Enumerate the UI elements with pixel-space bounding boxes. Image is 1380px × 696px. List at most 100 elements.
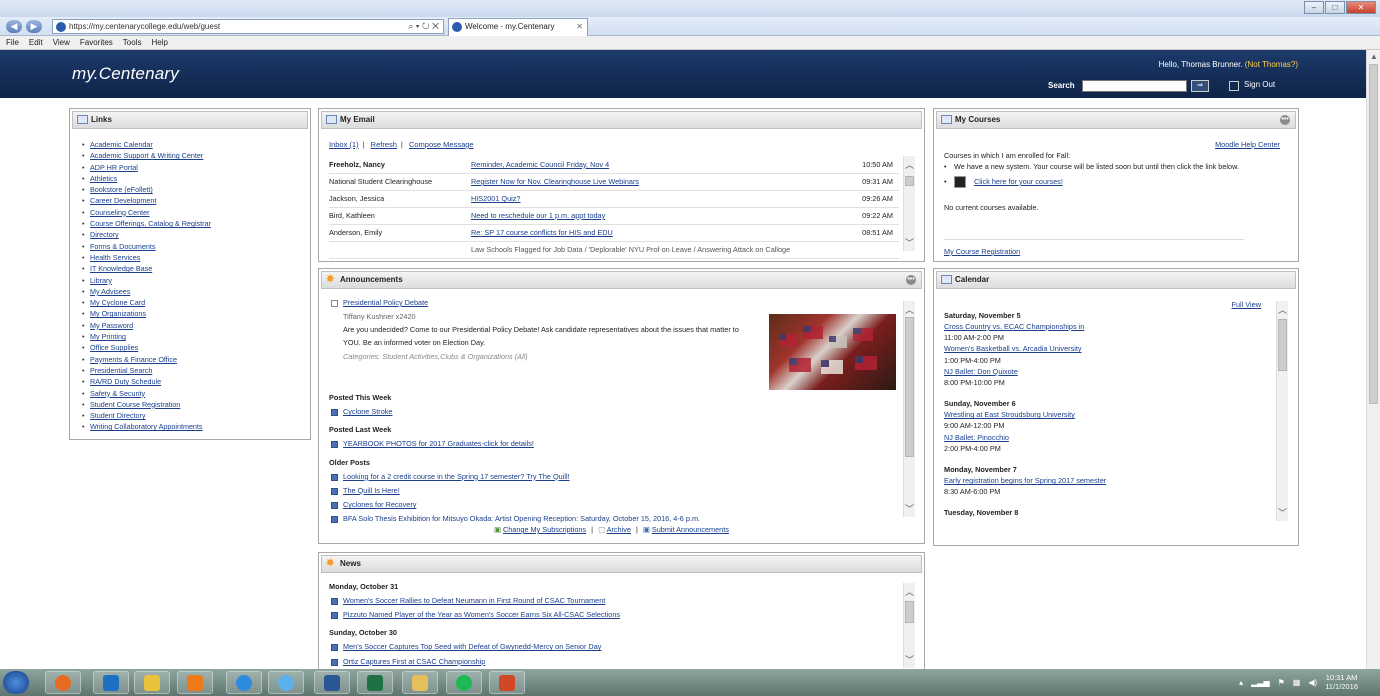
spotify-taskbar-button[interactable] xyxy=(446,671,482,694)
tab-close-icon[interactable]: ✕ xyxy=(576,19,583,35)
last-week-item-link[interactable]: YEARBOOK PHOTOS for 2017 Graduates-click… xyxy=(343,439,534,448)
links-item[interactable]: My Printing xyxy=(82,331,310,343)
expand-icon[interactable] xyxy=(331,502,338,510)
change-subscriptions-link[interactable]: Change My Subscriptions xyxy=(503,525,586,534)
explorer-taskbar-button[interactable] xyxy=(402,671,438,694)
excel-taskbar-button[interactable] xyxy=(357,671,393,694)
email-scroll-down-icon[interactable]: ﹀ xyxy=(905,236,914,249)
search-input[interactable] xyxy=(1082,80,1187,92)
powerpoint-taskbar-button[interactable] xyxy=(489,671,525,694)
ie2-taskbar-button[interactable] xyxy=(268,671,304,694)
links-item[interactable]: Forms & Documents xyxy=(82,241,310,253)
this-week-item-link[interactable]: Cyclone Stroke xyxy=(343,407,392,416)
links-item[interactable]: Office Supplies xyxy=(82,342,310,354)
announcements-scrollbar[interactable]: ︿ ﹀ xyxy=(903,301,915,517)
sign-out-icon[interactable] xyxy=(1229,81,1239,91)
links-item[interactable]: Presidential Search xyxy=(82,365,310,377)
expand-icon[interactable] xyxy=(331,441,338,449)
expand-icon[interactable] xyxy=(331,644,338,652)
email-row[interactable]: Freeholz, Nancy Reminder, Academic Counci… xyxy=(329,156,899,174)
news-scroll-down-icon[interactable]: ﹀ xyxy=(905,653,914,666)
announcements-scroll-down-icon[interactable]: ﹀ xyxy=(905,502,914,515)
expand-icon[interactable] xyxy=(331,409,338,417)
links-item[interactable]: Athletics xyxy=(82,173,310,185)
minimize-button[interactable]: – xyxy=(1304,1,1324,14)
menu-edit[interactable]: Edit xyxy=(29,36,43,49)
older-post-item-link[interactable]: Looking for a 2 credit course in the Spr… xyxy=(343,472,570,481)
calendar-event-link[interactable]: Cross Country vs. ECAC Championships in xyxy=(944,321,1274,332)
links-item[interactable]: RA/RD Duty Schedule xyxy=(82,376,310,388)
archive-link[interactable]: Archive xyxy=(607,525,631,534)
expand-icon[interactable] xyxy=(331,658,338,666)
expand-icon[interactable] xyxy=(331,612,338,620)
network-icon[interactable]: ▦ xyxy=(1293,678,1301,687)
links-item[interactable]: Counseling Center xyxy=(82,207,310,219)
compose-link[interactable]: Compose Message xyxy=(409,140,474,149)
email-row[interactable]: National Student Clearinghouse Register N… xyxy=(329,173,899,191)
email-scrollbar[interactable]: ︿ ﹀ xyxy=(903,156,915,251)
signal-icon[interactable]: ▂▃▅ xyxy=(1251,678,1269,687)
scroll-up-icon[interactable]: ▲ xyxy=(1370,52,1378,61)
expand-icon[interactable] xyxy=(331,516,338,524)
inbox-link[interactable]: Inbox (1) xyxy=(329,140,359,149)
not-user-link[interactable]: (Not Thomas?) xyxy=(1245,60,1298,69)
links-item[interactable]: Directory xyxy=(82,229,310,241)
links-item[interactable]: My Password xyxy=(82,320,310,332)
menu-file[interactable]: File xyxy=(6,36,19,49)
menu-tools[interactable]: Tools xyxy=(123,36,142,49)
announcements-scroll-up-icon[interactable]: ︿ xyxy=(905,303,914,316)
collapse-icon[interactable] xyxy=(331,300,338,307)
site-logo[interactable]: my.Centenary xyxy=(72,64,179,84)
calendar-event-link[interactable]: NJ Ballet: Don Quixote xyxy=(944,366,1274,377)
links-item[interactable]: ADP HR Portal xyxy=(82,162,310,174)
email-subject[interactable]: Reminder, Academic Council Friday, Nov 4 xyxy=(471,156,857,174)
calendar-event-link[interactable]: Women's Basketball vs. Arcadia Universit… xyxy=(944,343,1274,354)
email-row[interactable]: Law Schools Flagged for Job Data / 'Depl… xyxy=(329,241,899,259)
featured-title[interactable]: Presidential Policy Debate xyxy=(343,298,428,307)
ie-taskbar-button[interactable] xyxy=(226,671,262,694)
calendar-scroll-down-icon[interactable]: ﹀ xyxy=(1278,506,1287,519)
news-scroll-up-icon[interactable]: ︿ xyxy=(905,585,914,598)
links-item[interactable]: Library xyxy=(82,275,310,287)
expand-icon[interactable] xyxy=(331,473,338,481)
news-item-link[interactable]: Women's Soccer Rallies to Defeat Neumann… xyxy=(343,596,605,605)
outlook-taskbar-button[interactable] xyxy=(93,671,129,694)
links-item[interactable]: Student Course Registration xyxy=(82,399,310,411)
maximize-button[interactable]: □ xyxy=(1325,1,1345,14)
page-scrollbar[interactable]: ▲ xyxy=(1366,50,1380,669)
sign-out-link[interactable]: Sign Out xyxy=(1244,80,1275,89)
links-item[interactable]: My Organizations xyxy=(82,308,310,320)
older-post-item-link[interactable]: The Quill Is Here! xyxy=(343,486,400,495)
links-item[interactable]: IT Knowledge Base xyxy=(82,263,310,275)
links-item[interactable]: Bookstore (eFollett) xyxy=(82,184,310,196)
expand-icon[interactable] xyxy=(331,598,338,605)
links-item[interactable]: Career Development xyxy=(82,195,310,207)
email-scroll-thumb[interactable] xyxy=(905,176,914,186)
media-player-taskbar-button[interactable] xyxy=(177,671,213,694)
address-bar[interactable]: https://my.centenarycollege.edu/web/gues… xyxy=(52,19,444,34)
news-scroll-thumb[interactable] xyxy=(905,601,914,623)
tray-expand-icon[interactable]: ▴ xyxy=(1239,678,1243,687)
back-button[interactable]: ◀ xyxy=(6,20,22,33)
close-window-button[interactable]: ✕ xyxy=(1346,1,1376,14)
news-scrollbar[interactable]: ︿ ﹀ xyxy=(903,583,915,668)
calendar-event-link[interactable]: Wrestling at East Stroudsburg University xyxy=(944,409,1274,420)
email-row[interactable]: Bird, Kathleen Need to reschedule our 1 p… xyxy=(329,207,899,225)
links-item[interactable]: Student Directory xyxy=(82,410,310,422)
calendar-scroll-thumb[interactable] xyxy=(1278,319,1287,371)
links-item[interactable]: Writing Collaboratory Appointments xyxy=(82,421,310,433)
refresh-link[interactable]: Refresh xyxy=(371,140,397,149)
links-item[interactable]: Safety & Security xyxy=(82,388,310,400)
email-subject[interactable]: Re: SP 17 course conflicts for HIS and E… xyxy=(471,224,857,242)
menu-view[interactable]: View xyxy=(53,36,70,49)
volume-icon[interactable]: ◀) xyxy=(1308,678,1317,687)
news-item-link[interactable]: Men's Soccer Captures Top Seed with Defe… xyxy=(343,642,601,651)
courses-options-icon[interactable]: ••• xyxy=(1280,115,1290,125)
flag-icon[interactable]: ⚑ xyxy=(1278,678,1285,687)
older-post-item-link[interactable]: BFA Solo Thesis Exhibition for Mitsuyo O… xyxy=(343,514,700,523)
search-go-button[interactable]: ⇒ xyxy=(1191,80,1209,92)
email-scroll-up-icon[interactable]: ︿ xyxy=(905,158,914,171)
address-tools-icon[interactable]: ⌕ ▾ ↻ ✕ xyxy=(408,20,439,33)
page-scroll-thumb[interactable] xyxy=(1369,64,1378,404)
links-item[interactable]: Payments & Finance Office xyxy=(82,354,310,366)
